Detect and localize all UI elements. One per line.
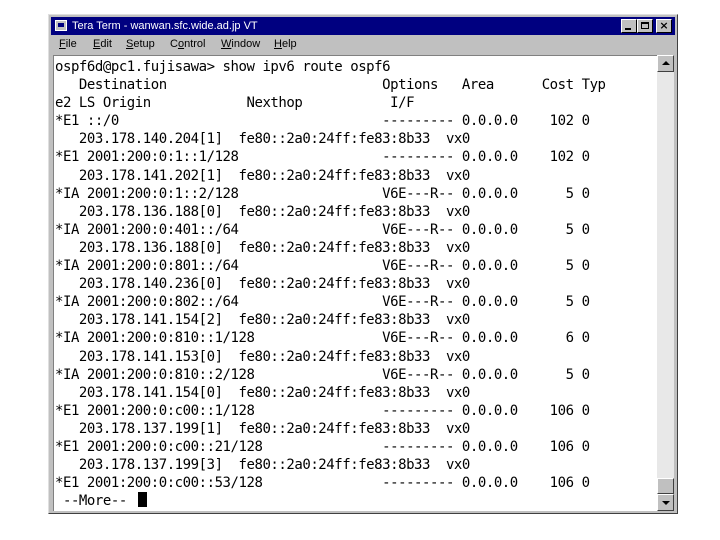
terminal-line: 203.178.141.153[0] fe80::2a0:24ff:fe83:8… [55, 348, 470, 365]
window-title: Tera Term - wanwan.sfc.wide.ad.jp VT [72, 20, 258, 32]
vertical-scrollbar[interactable] [657, 55, 674, 511]
terminal-line: *E1 2001:200:0:1::1/128 --------- 0.0.0.… [55, 149, 590, 166]
terminal-line: *E1 2001:200:0:c00::1/128 --------- 0.0.… [55, 402, 590, 419]
terminal-line: Destination Options Area Cost Typ [55, 77, 606, 94]
menu-file[interactable]: File [59, 35, 77, 53]
terminal-line: 203.178.140.236[0] fe80::2a0:24ff:fe83:8… [55, 276, 470, 293]
more-prompt: --More-- [55, 493, 135, 510]
menu-setup[interactable]: Setup [126, 35, 155, 53]
menu-help[interactable]: Help [274, 35, 297, 53]
terminal-line: 203.178.137.199[3] fe80::2a0:24ff:fe83:8… [55, 457, 470, 474]
terminal-line: 203.178.136.188[0] fe80::2a0:24ff:fe83:8… [55, 239, 470, 256]
menu-control[interactable]: Control [170, 35, 205, 53]
terminal-line: 203.178.137.199[1] fe80::2a0:24ff:fe83:8… [55, 420, 470, 437]
close-icon: × [659, 19, 669, 32]
terminal-line: 203.178.141.154[0] fe80::2a0:24ff:fe83:8… [55, 384, 470, 401]
terminal-line: *IA 2001:200:0:401::/64 V6E---R-- 0.0.0.… [55, 221, 590, 238]
tera-term-app-icon[interactable] [55, 20, 67, 31]
more-prompt-line: --More-- [55, 492, 606, 510]
terminal-line: 203.178.140.204[1] fe80::2a0:24ff:fe83:8… [55, 131, 470, 148]
menu-bar: File Edit Setup Control Window Help [51, 35, 675, 53]
menu-window[interactable]: Window [221, 35, 260, 53]
terminal-line: *E1 2001:200:0:c00::21/128 --------- 0.0… [55, 438, 590, 455]
terminal-line: *IA 2001:200:0:810::2/128 V6E---R-- 0.0.… [55, 366, 590, 383]
terminal-line: *IA 2001:200:0:810::1/128 V6E---R-- 0.0.… [55, 330, 590, 347]
terminal-line: *IA 2001:200:0:1::2/128 V6E---R-- 0.0.0.… [55, 185, 590, 202]
maximize-icon [641, 22, 649, 29]
terminal-line: ospf6d@pc1.fujisawa> show ipv6 route osp… [55, 59, 391, 75]
maximize-button[interactable] [637, 19, 653, 33]
terminal-screen[interactable]: ospf6d@pc1.fujisawa> show ipv6 route osp… [53, 55, 657, 511]
terminal-line: *E1 2001:200:0:c00::53/128 --------- 0.0… [55, 475, 590, 492]
terminal-line: *IA 2001:200:0:801::/64 V6E---R-- 0.0.0.… [55, 258, 590, 275]
minimize-button[interactable] [621, 19, 637, 33]
terminal-line: 203.178.136.188[0] fe80::2a0:24ff:fe83:8… [55, 203, 470, 220]
title-bar[interactable]: Tera Term - wanwan.sfc.wide.ad.jp VT × [51, 17, 675, 35]
arrow-up-icon [662, 61, 670, 65]
close-button[interactable]: × [656, 19, 672, 33]
arrow-down-icon [662, 501, 670, 505]
minimize-icon [625, 28, 631, 30]
scroll-down-button[interactable] [657, 494, 674, 511]
scroll-up-button[interactable] [657, 55, 674, 72]
terminal-output: ospf6d@pc1.fujisawa> show ipv6 route osp… [55, 58, 606, 510]
text-cursor [137, 492, 147, 508]
scroll-thumb[interactable] [657, 478, 674, 494]
terminal-line: 203.178.141.202[1] fe80::2a0:24ff:fe83:8… [55, 167, 470, 184]
terminal-window: Tera Term - wanwan.sfc.wide.ad.jp VT × F… [48, 14, 678, 514]
terminal-line: *E1 ::/0 --------- 0.0.0.0 102 0 [55, 113, 590, 130]
terminal-line: 203.178.141.154[2] fe80::2a0:24ff:fe83:8… [55, 312, 470, 329]
terminal-line: *IA 2001:200:0:802::/64 V6E---R-- 0.0.0.… [55, 294, 590, 311]
terminal-line: e2 LS Origin Nexthop I/F [55, 95, 415, 112]
menu-edit[interactable]: Edit [93, 35, 112, 53]
